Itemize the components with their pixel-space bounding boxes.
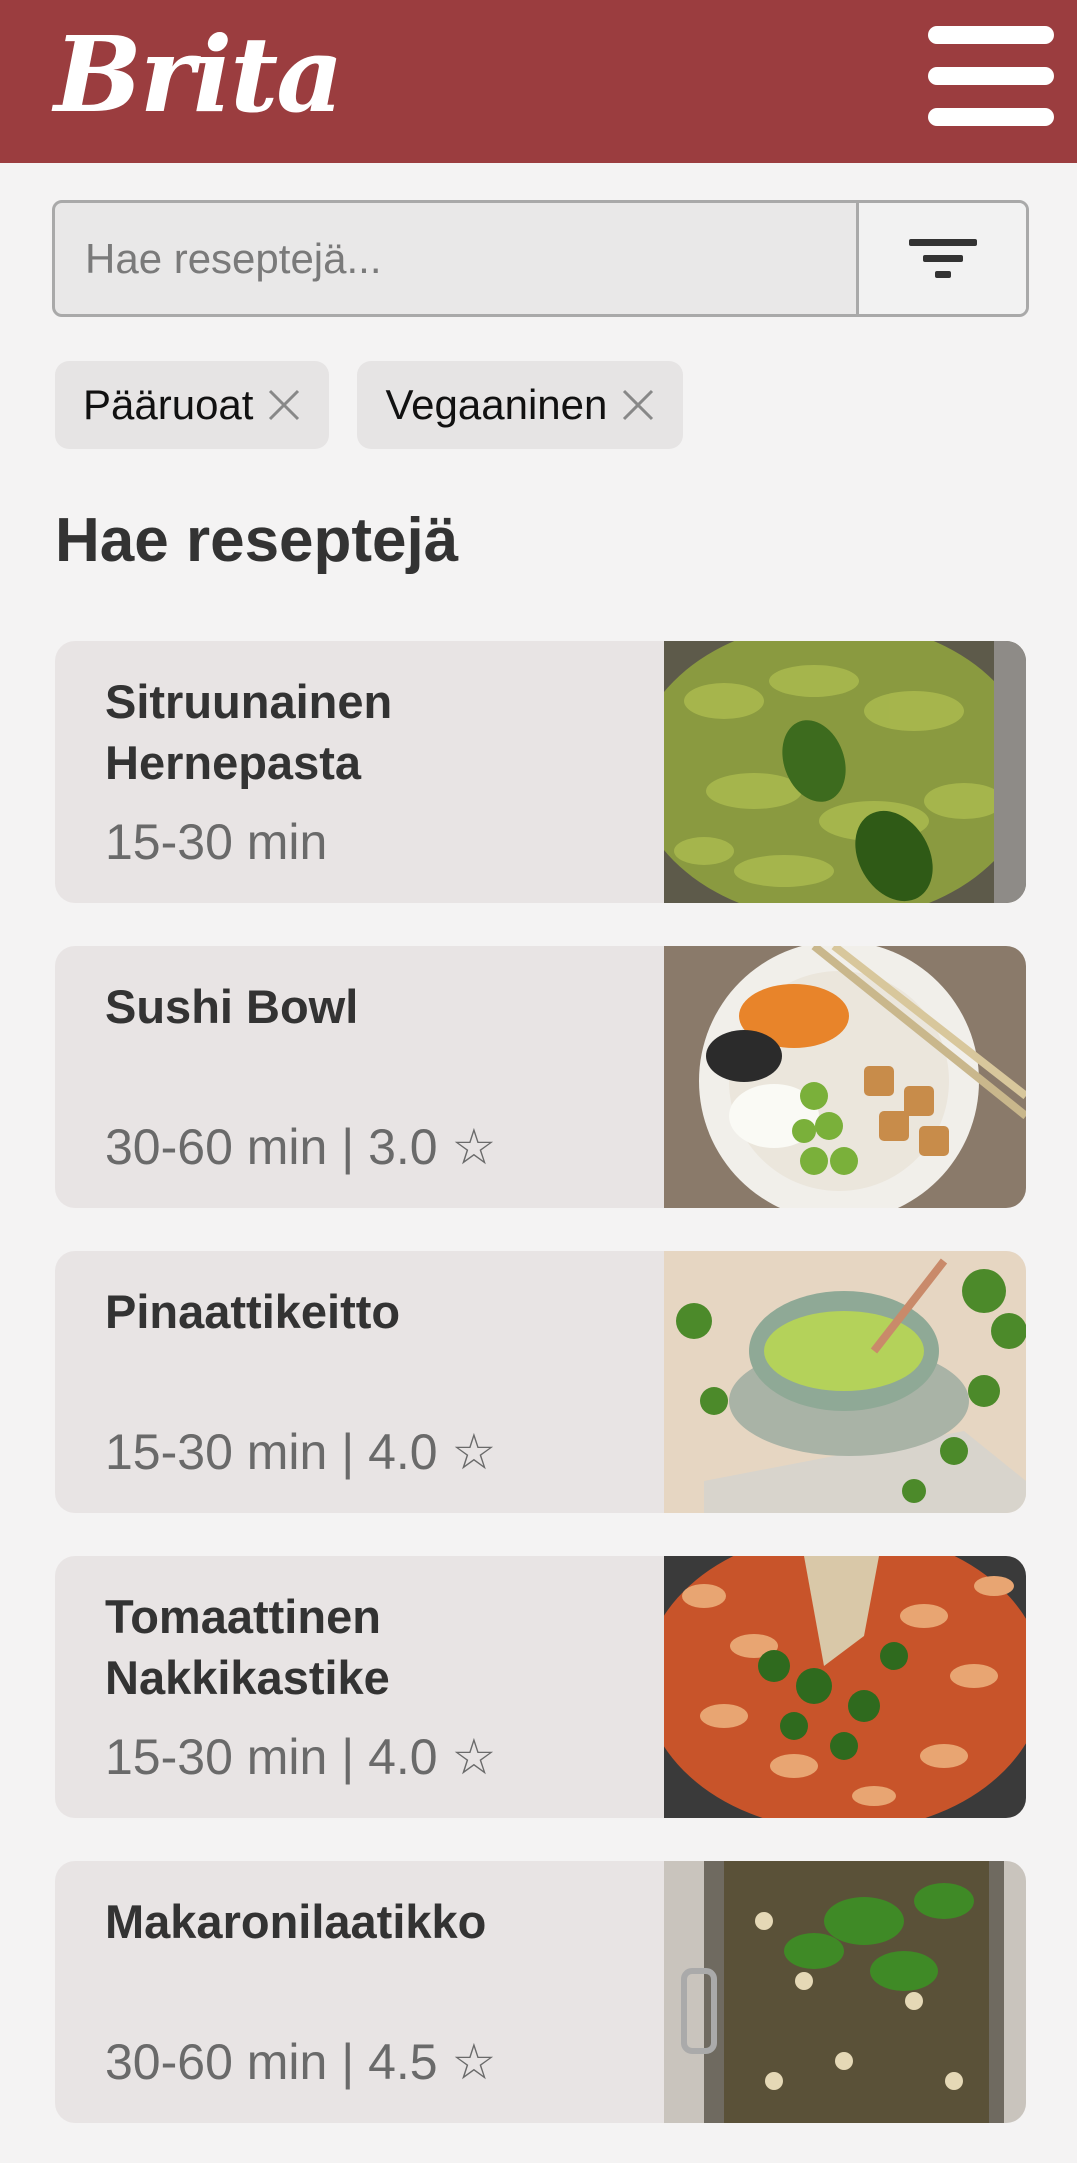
recipe-card[interactable]: Sitruunainen Hernepasta 15-30 min xyxy=(55,641,1026,903)
recipe-card[interactable]: Tomaattinen Nakkikastike 15-30 min | 4.0… xyxy=(55,1556,1026,1818)
recipe-title: Tomaattinen Nakkikastike xyxy=(105,1590,390,1704)
app-header: Brita xyxy=(0,0,1077,163)
recipe-title: Pinaattikeitto xyxy=(105,1285,401,1338)
recipe-meta: 15-30 min | 4.0 ☆ xyxy=(105,1729,497,1785)
recipe-image xyxy=(664,946,1026,1208)
recipe-card[interactable]: Pinaattikeitto 15-30 min | 4.0 ☆ xyxy=(55,1251,1026,1513)
filter-icon xyxy=(908,238,977,278)
recipe-title: Sitruunainen Hernepasta xyxy=(105,675,393,789)
recipe-image xyxy=(664,1861,1026,2123)
recipe-title: Sushi Bowl xyxy=(105,980,359,1033)
menu-bar xyxy=(928,67,1054,85)
recipe-meta: 30-60 min | 3.0 ☆ xyxy=(105,1119,497,1175)
close-icon[interactable] xyxy=(621,388,655,422)
menu-bar xyxy=(928,26,1054,44)
recipe-meta: 15-30 min xyxy=(105,814,328,870)
recipe-meta: 30-60 min | 4.5 ☆ xyxy=(105,2034,497,2090)
filter-chip-paaruoat: Pääruoat xyxy=(55,361,330,449)
close-icon[interactable] xyxy=(267,388,301,422)
recipe-card[interactable]: Makaronilaatikko 30-60 min | 4.5 ☆ xyxy=(55,1861,1026,2123)
filter-chip-vegaaninen: Vegaaninen xyxy=(357,361,684,449)
recipe-title: Makaronilaatikko xyxy=(105,1895,487,1948)
recipe-image xyxy=(664,641,1026,903)
filter-chip-label: Pääruoat xyxy=(83,381,254,428)
brand-logo[interactable]: Brita xyxy=(54,10,344,140)
page-title: Hae reseptejä xyxy=(55,506,459,575)
recipe-card[interactable]: Sushi Bowl 30-60 min | 3.0 ☆ xyxy=(55,946,1026,1208)
filter-button[interactable] xyxy=(856,203,1026,314)
recipe-image xyxy=(664,1251,1026,1513)
search-bar xyxy=(52,200,1029,317)
recipe-meta: 15-30 min | 4.0 ☆ xyxy=(105,1424,497,1480)
filter-chip-label: Vegaaninen xyxy=(385,381,608,428)
active-filters: Pääruoat Vegaaninen xyxy=(55,361,684,449)
search-input[interactable] xyxy=(55,203,856,314)
hamburger-menu-icon[interactable] xyxy=(928,26,1054,126)
recipe-image xyxy=(664,1556,1026,1818)
menu-bar xyxy=(928,108,1054,126)
